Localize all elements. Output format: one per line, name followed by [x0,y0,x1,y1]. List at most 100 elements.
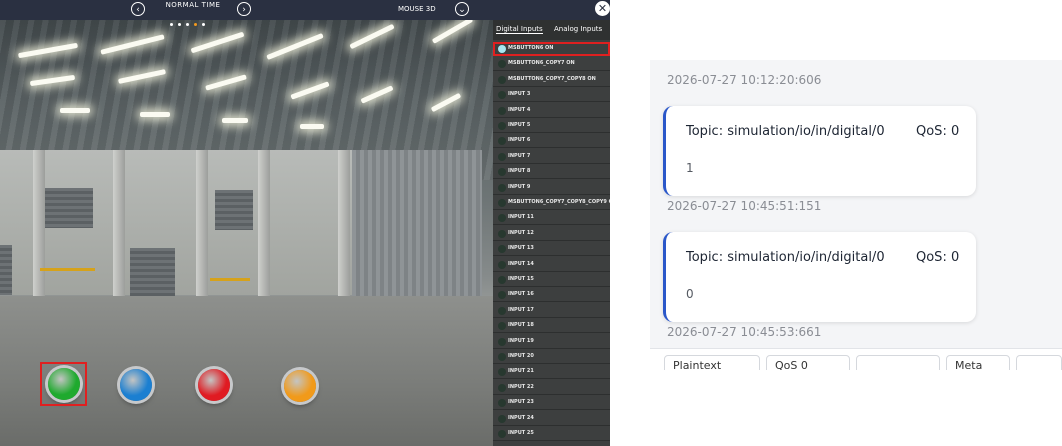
input-status-icon [498,430,506,438]
digital-input-row[interactable]: INPUT 20 [493,350,610,364]
digital-input-row[interactable]: INPUT 4 [493,104,610,118]
digital-input-row[interactable]: INPUT 3 [493,88,610,103]
digital-input-row[interactable]: INPUT 9 [493,181,610,195]
digital-input-row[interactable]: INPUT 15 [493,273,610,287]
digital-input-row[interactable]: INPUT 11 [493,211,610,226]
speed-indicator[interactable] [170,11,210,30]
digital-input-row[interactable]: INPUT 13 [493,242,610,257]
speed-dot[interactable] [194,23,197,26]
input-status-icon [498,152,506,161]
input-status-icon [498,168,506,177]
digital-input-row[interactable]: INPUT 5 [493,119,610,133]
digital-input-row[interactable]: INPUT 17 [493,304,610,318]
digital-input-row[interactable]: INPUT 6 [493,134,610,149]
digital-input-row[interactable]: INPUT 14 [493,258,610,272]
input-status-icon [498,306,506,315]
message-payload: 1 [686,161,694,175]
digital-input-row[interactable]: INPUT 18 [493,319,610,334]
large-roller-door [352,150,482,300]
digital-input-row[interactable]: INPUT 12 [493,227,610,241]
input-label: MSBUTTON6_COPY7_COPY8_COPY9 ON [508,199,610,205]
digital-input-row[interactable]: MSBUTTON6_COPY7_COPY8_COPY9 ON [493,196,610,210]
speed-dot[interactable] [178,23,181,26]
roller-door [130,248,175,296]
input-label: MSBUTTON6 ON [508,45,554,51]
blue-push-button[interactable] [120,368,152,401]
roller-door [215,190,253,230]
ceiling-light [222,118,248,123]
speed-dot[interactable] [202,23,205,26]
simulator-viewport[interactable]: ‹ NORMAL TIME › MOUSE 3D ⌄ ✕ MSBUTTON6 O… [0,0,610,446]
input-label: INPUT 7 [508,152,531,159]
speed-dot[interactable] [186,23,189,26]
input-status-icon [498,229,506,238]
input-status-icon [498,137,506,146]
tab-analog-inputs[interactable]: Analog Inputs [554,25,602,33]
ceiling-light [60,108,90,113]
toolbar-button[interactable] [856,355,940,370]
input-status-icon [498,399,506,408]
input-label: INPUT 24 [508,414,534,421]
digital-input-row[interactable]: INPUT 21 [493,365,610,380]
input-status-icon [498,414,506,423]
message-card[interactable]: Topic: simulation/io/in/digital/0 QoS: 0… [663,106,976,196]
roller-door [0,245,12,295]
digital-input-row[interactable]: MSBUTTON6 ON [493,42,610,56]
io-tabs: Digital Inputs Analog Inputs [493,20,610,40]
pillar [33,150,45,300]
message-card[interactable]: Topic: simulation/io/in/digital/0 QoS: 0… [663,232,976,322]
input-status-icon [498,183,506,192]
ceiling-light [140,112,170,117]
mqtt-message-panel: 2026-07-27 10:12:20:606 Topic: simulatio… [650,60,1062,370]
message-timestamp: 2026-07-27 10:12:20:606 [667,73,822,87]
input-status-icon [498,91,506,100]
input-label: INPUT 19 [508,337,534,344]
pillar [196,150,208,300]
digital-input-row[interactable]: INPUT 23 [493,396,610,411]
input-label: MSBUTTON6_COPY7_COPY8 ON [508,75,596,82]
input-label: INPUT 5 [508,122,531,128]
red-push-button[interactable] [198,369,230,401]
message-payload: 0 [686,287,694,301]
next-time-button[interactable]: › [237,2,251,16]
toolbar-button[interactable] [1016,355,1062,370]
input-label: INPUT 4 [508,106,531,113]
input-status-icon [498,368,506,377]
input-status-icon [498,60,506,69]
input-label: INPUT 25 [508,430,534,436]
digital-input-row[interactable]: INPUT 24 [493,412,610,426]
mouse-mode-label: MOUSE 3D [398,5,436,13]
pillar [258,150,270,300]
tab-digital-inputs[interactable]: Digital Inputs [496,25,543,34]
input-label: INPUT 20 [508,353,534,359]
digital-input-row[interactable]: MSBUTTON6_COPY7_COPY8 ON [493,73,610,87]
orange-push-button[interactable] [284,369,316,402]
input-label: INPUT 6 [508,137,531,144]
input-status-icon [498,276,506,284]
digital-input-row[interactable]: INPUT 8 [493,165,610,180]
input-label: INPUT 15 [508,276,534,282]
meta-button[interactable]: Meta [946,355,1010,370]
pillar [113,150,125,300]
roller-door [45,188,93,228]
digital-input-row[interactable]: INPUT 16 [493,288,610,303]
input-status-icon [498,260,506,269]
previous-time-button[interactable]: ‹ [131,2,145,16]
digital-input-row[interactable]: INPUT 19 [493,335,610,349]
time-mode-label: NORMAL TIME [165,1,221,9]
pillar [338,150,350,300]
simulator-header: ‹ NORMAL TIME › MOUSE 3D ⌄ ✕ [0,0,610,26]
digital-input-row[interactable]: INPUT 7 [493,150,610,164]
speed-dot[interactable] [170,23,173,26]
digital-input-row[interactable]: INPUT 25 [493,427,610,441]
chevron-down-icon[interactable]: ⌄ [455,2,469,16]
digital-input-row[interactable]: MSBUTTON6_COPY7 ON [493,57,610,72]
input-status-icon [498,45,506,53]
qos-select[interactable]: QoS 0 [766,355,850,370]
payload-format-select[interactable]: Plaintext [664,355,760,370]
message-topic: Topic: simulation/io/in/digital/0 [686,124,885,139]
input-label: INPUT 8 [508,168,531,175]
close-icon[interactable]: ✕ [595,1,610,16]
digital-input-row[interactable]: INPUT 22 [493,381,610,395]
ceiling-light [300,124,324,129]
